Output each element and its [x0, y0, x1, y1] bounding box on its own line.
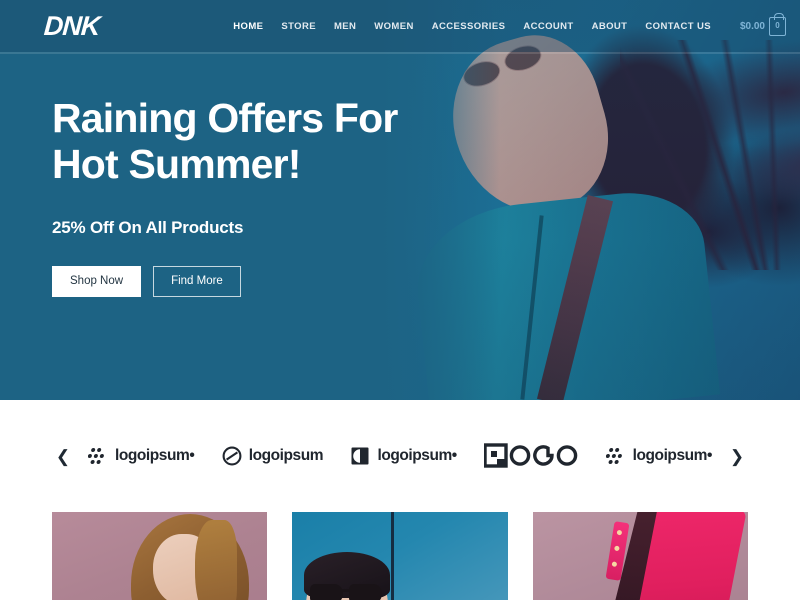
cart-item-count: 0	[775, 21, 780, 30]
brand-logo-item[interactable]	[484, 443, 578, 469]
cart-total: $0.00	[739, 20, 765, 32]
loco-wordmark-icon	[484, 443, 578, 468]
slashed-circle-icon	[222, 446, 242, 466]
brand-logo-label: logoipsum•	[115, 447, 195, 464]
nav-item-men[interactable]: MEN	[325, 15, 365, 38]
hero-section: DNK HOME STORE MEN WOMEN ACCESSORIES ACC…	[0, 0, 800, 400]
nav-item-account[interactable]: ACCOUNT	[514, 15, 582, 38]
primary-navigation: HOME STORE MEN WOMEN ACCESSORIES ACCOUNT…	[224, 15, 720, 38]
nav-item-accessories[interactable]: ACCESSORIES	[423, 15, 515, 38]
brand-logo-label: logoipsum•	[377, 447, 457, 464]
header-divider	[0, 52, 800, 54]
shopping-bag-icon[interactable]: 0	[769, 12, 786, 36]
brand-logo-item[interactable]: logoipsum•	[88, 446, 195, 466]
brand-logo-item[interactable]: logoipsum•	[605, 446, 713, 466]
hero-button-group: Shop Now Find More	[52, 265, 472, 298]
site-logo[interactable]: DNK	[43, 11, 101, 41]
brand-logo-item[interactable]: logoipsum•	[350, 446, 457, 466]
brand-logo-item[interactable]: logoipsum	[222, 446, 323, 466]
hero-title: Raining Offers For Hot Summer!	[52, 95, 472, 188]
hero-photo-jacket-seam	[520, 215, 544, 400]
hero-title-line-1: Raining Offers For	[52, 95, 398, 141]
half-moon-square-icon	[351, 447, 369, 465]
dots-cluster-icon	[88, 448, 104, 464]
nav-item-about[interactable]: ABOUT	[583, 15, 637, 38]
product-card-woman-pink[interactable]	[52, 512, 268, 600]
product-card-man-blue[interactable]	[292, 512, 508, 600]
dots-cluster-icon	[605, 448, 622, 464]
brand-logo-label: logoipsum•	[632, 447, 713, 464]
sunglasses-icon	[310, 584, 384, 600]
hero-photo-hair-strands	[620, 40, 800, 270]
nav-item-women[interactable]: WOMEN	[365, 15, 422, 38]
nav-item-contact-us[interactable]: CONTACT US	[636, 15, 720, 38]
cart-widget[interactable]: $0.00 0	[739, 12, 786, 36]
chevron-left-icon[interactable]: ❮	[52, 448, 74, 465]
brand-logo-track: logoipsum• logoipsum logoipsum• logoipsu…	[74, 443, 726, 469]
brand-carousel: ❮ logoipsum• logoipsum logoipsum• logoip…	[0, 400, 800, 512]
hero-photo-bag-strap	[536, 194, 614, 400]
nav-item-store[interactable]: STORE	[272, 15, 325, 38]
site-header: DNK HOME STORE MEN WOMEN ACCESSORIES ACC…	[0, 0, 800, 52]
find-more-button[interactable]: Find More	[153, 265, 241, 298]
hero-title-line-2: Hot Summer!	[52, 140, 301, 187]
hero-content: Raining Offers For Hot Summer! 25% Off O…	[52, 95, 472, 298]
shop-now-button[interactable]: Shop Now	[52, 265, 142, 298]
product-card-pink-outfit[interactable]	[532, 512, 748, 600]
chevron-right-icon[interactable]: ❯	[726, 448, 748, 465]
nav-item-home[interactable]: HOME	[224, 15, 272, 38]
brand-logo-label: logoipsum	[248, 447, 324, 464]
hero-subtitle: 25% Off On All Products	[52, 217, 244, 237]
product-card-row	[0, 512, 800, 600]
